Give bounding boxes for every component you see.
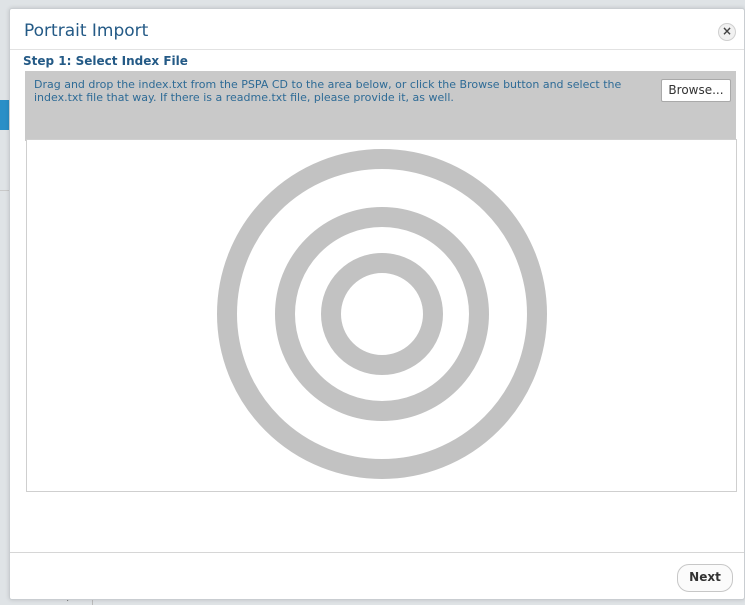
dialog-title: Portrait Import (24, 21, 149, 41)
file-drop-zone[interactable] (26, 139, 737, 492)
title-divider (10, 49, 744, 50)
instructions-text: Drag and drop the index.txt from the PSP… (34, 78, 622, 104)
portrait-import-dialog: Portrait Import × Step 1: Select Index F… (9, 8, 745, 600)
instructions-panel: Drag and drop the index.txt from the PSP… (25, 71, 736, 141)
footer-divider (10, 552, 744, 553)
browse-button[interactable]: Browse... (661, 79, 731, 102)
close-button[interactable]: × (718, 23, 736, 41)
next-button[interactable]: Next (677, 564, 733, 592)
close-icon: × (721, 24, 733, 38)
target-icon (217, 149, 547, 479)
step-heading: Step 1: Select Index File (23, 54, 188, 68)
